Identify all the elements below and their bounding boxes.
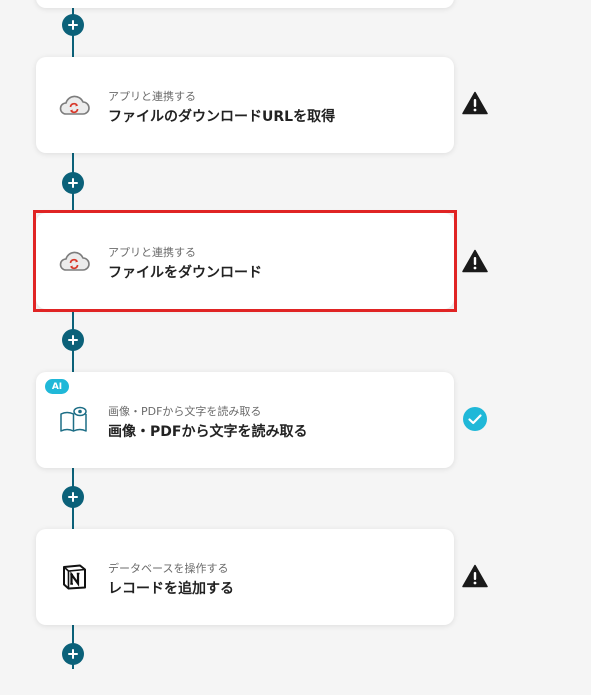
check-circle-icon [462, 406, 488, 432]
workflow-canvas: アプリと連携する ファイルのダウンロードURLを取得 アプリと連携する ファイル… [0, 0, 591, 695]
step-category: データベースを操作する [108, 562, 229, 575]
step-card-download-file[interactable]: アプリと連携する ファイルをダウンロード [33, 210, 457, 312]
plus-icon [68, 649, 78, 659]
warning-icon [462, 90, 488, 116]
add-step-button[interactable] [62, 14, 84, 36]
plus-icon [68, 178, 78, 188]
step-card-get-download-url[interactable]: アプリと連携する ファイルのダウンロードURLを取得 [36, 57, 454, 153]
step-category: アプリと連携する [108, 246, 196, 259]
cloud-sync-icon [58, 89, 90, 121]
plus-icon [68, 492, 78, 502]
step-category: アプリと連携する [108, 90, 196, 103]
plus-icon [68, 20, 78, 30]
warning-icon [462, 248, 488, 274]
step-title: 画像・PDFから文字を読み取る [108, 424, 308, 440]
add-step-button[interactable] [62, 486, 84, 508]
cloud-sync-icon [58, 245, 90, 277]
add-step-button[interactable] [62, 172, 84, 194]
step-title: ファイルのダウンロードURLを取得 [108, 109, 336, 125]
step-title: ファイルをダウンロード [108, 265, 262, 281]
step-card-add-record[interactable]: データベースを操作する レコードを追加する [36, 529, 454, 625]
add-step-button[interactable] [62, 643, 84, 665]
step-category: 画像・PDFから文字を読み取る [108, 405, 262, 418]
step-title: レコードを追加する [108, 581, 234, 597]
book-eye-icon [58, 404, 90, 436]
plus-icon [68, 335, 78, 345]
ai-badge: AI [45, 379, 69, 394]
step-card-ocr[interactable]: 画像・PDFから文字を読み取る 画像・PDFから文字を読み取る [36, 372, 454, 468]
notion-icon [58, 561, 90, 593]
previous-step-card[interactable] [36, 0, 454, 8]
add-step-button[interactable] [62, 329, 84, 351]
warning-icon [462, 563, 488, 589]
